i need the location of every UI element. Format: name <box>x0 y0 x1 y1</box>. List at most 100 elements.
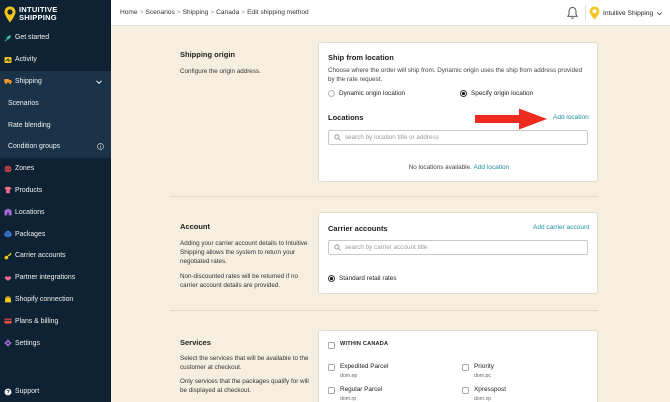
rocket-icon <box>4 35 11 42</box>
search-icon <box>334 244 341 251</box>
sidebar-support-label: Support <box>15 388 40 395</box>
shirt-icon <box>4 187 12 194</box>
sidebar-item-carrier-accounts[interactable]: Carrier accounts <box>0 245 111 267</box>
sidebar-item-label: Scenarios <box>8 99 39 107</box>
chevron-down-icon <box>657 11 663 15</box>
breadcrumb-current: Edit shipping method <box>247 9 309 16</box>
sidebar-item-partner-integrations[interactable]: Partner integrations <box>0 267 111 289</box>
add-carrier-account-link[interactable]: Add carrier account <box>533 224 589 231</box>
radio-standard-retail-rates[interactable]: Standard retail rates <box>328 275 397 282</box>
sidebar-item-shopify-connection[interactable]: Shopify connection <box>0 289 111 311</box>
bell-icon[interactable] <box>566 6 579 20</box>
account-avatar-icon <box>589 6 600 20</box>
service-xpresspost[interactable]: Xpresspost dom.xp <box>462 386 506 402</box>
group-within-canada[interactable]: WITHIN CANADA <box>328 341 388 349</box>
carrier-account-search-field[interactable] <box>345 244 575 251</box>
checkbox[interactable] <box>462 386 469 394</box>
sidebar-item-activity[interactable]: Activity <box>0 49 111 71</box>
service-text: Expedited Parcel dom.ep <box>340 363 388 379</box>
service-regular-parcel[interactable]: Regular Parcel dom.rp <box>328 386 382 402</box>
location-search-field[interactable] <box>345 134 575 141</box>
checkbox[interactable] <box>328 363 335 371</box>
help-icon <box>4 388 12 395</box>
account-menu[interactable]: Intuitive Shipping <box>589 5 663 21</box>
service-label: Expedited Parcel <box>340 363 389 370</box>
sidebar-item-support[interactable]: Support <box>0 381 111 402</box>
breadcrumb-separator: > <box>241 9 246 16</box>
globe-icon <box>4 165 12 173</box>
empty-text: No locations available. <box>408 164 472 171</box>
radio-label: Standard retail rates <box>339 275 397 282</box>
sidebar-item-products[interactable]: Products <box>0 180 111 202</box>
service-code: dom.ep <box>340 373 358 379</box>
locations-empty-state: No locations available. Add location <box>319 164 599 171</box>
breadcrumb-separator: > <box>139 9 144 16</box>
key-icon <box>4 252 12 260</box>
topbar: Home > Scenarios > Shipping > Canada > Edit ship… <box>111 0 670 26</box>
radio-dynamic-origin[interactable]: Dynamic origin location <box>328 90 405 97</box>
topbar-divider <box>585 5 586 21</box>
sidebar-item-plans-billing[interactable]: Plans & billing <box>0 310 111 332</box>
account-name: Intuitive Shipping <box>603 9 654 17</box>
breadcrumb-shipping[interactable]: Shipping <box>183 9 209 16</box>
sidebar-item-label: Get started <box>15 34 50 42</box>
sidebar-item-shipping[interactable]: Shipping <box>0 70 111 93</box>
sidebar-item-label: Locations <box>15 208 45 216</box>
checkbox[interactable] <box>328 341 335 349</box>
chevron-down-icon <box>96 80 102 84</box>
brand-logo[interactable]: INTUITIVE SHIPPING <box>4 3 58 25</box>
building-icon <box>4 208 12 216</box>
sidebar-item-label: Activity <box>15 56 37 64</box>
sidebar-item-label: Settings <box>15 339 40 347</box>
carrier-account-search-input[interactable] <box>328 240 588 255</box>
activity-icon <box>4 56 12 63</box>
breadcrumb-scenarios[interactable]: Scenarios <box>145 9 174 16</box>
section-divider <box>170 310 598 311</box>
breadcrumb-home[interactable]: Home <box>120 9 138 16</box>
section-title-services: Services <box>180 338 211 347</box>
checkbox[interactable] <box>462 363 469 371</box>
sidebar-item-label: Rate blending <box>8 121 51 129</box>
sidebar-item-condition-groups[interactable]: Condition groups <box>0 135 111 158</box>
service-priority[interactable]: Priority dom.pc <box>462 363 494 379</box>
sidebar-item-zones[interactable]: Zones <box>0 158 111 180</box>
sidebar-item-rate-blending[interactable]: Rate blending <box>0 114 111 136</box>
service-code: dom.xp <box>474 396 492 402</box>
brand-line-2: SHIPPING <box>19 13 57 22</box>
add-location-link[interactable]: Add location <box>553 114 589 121</box>
box-icon <box>4 230 12 238</box>
shopify-icon <box>4 296 12 303</box>
sidebar-item-label: Packages <box>15 230 46 238</box>
checkbox[interactable] <box>328 386 335 394</box>
card-description: Choose where the order will ship from. D… <box>328 67 583 83</box>
location-search-input[interactable] <box>328 130 588 145</box>
breadcrumb-separator: > <box>176 9 181 16</box>
service-expedited-parcel[interactable]: Expedited Parcel dom.ep <box>328 363 388 379</box>
search-icon <box>334 134 341 141</box>
services-card: WITHIN CANADA Expedited Parcel dom.ep Pr… <box>318 330 598 402</box>
empty-add-location-link[interactable]: Add location <box>473 164 509 171</box>
sidebar-item-label: Shipping <box>15 77 42 85</box>
section-desc-account-2: Non-discounted rates will be returned if… <box>180 273 298 289</box>
section-divider <box>170 196 598 197</box>
service-code: dom.rp <box>340 396 357 402</box>
section-title-account: Account <box>180 222 210 231</box>
sidebar-item-scenarios[interactable]: Scenarios <box>0 92 111 115</box>
sidebar-nav: Get started Activity Shipping Scenarios … <box>0 27 111 354</box>
radio-button[interactable] <box>328 90 335 97</box>
sidebar-item-get-started[interactable]: Get started <box>0 27 111 49</box>
locations-label: Locations <box>328 113 364 122</box>
sidebar: INTUITIVE SHIPPING Get started Activity … <box>0 0 111 402</box>
radio-specify-origin[interactable]: Specify origin location <box>460 90 533 97</box>
radio-button-selected[interactable] <box>328 275 335 282</box>
section-desc-services-2: Only services that the packages qualify … <box>180 378 309 394</box>
card-title: Ship from location <box>328 53 394 62</box>
breadcrumb-canada[interactable]: Canada <box>216 9 239 16</box>
brand-name: INTUITIVE SHIPPING <box>19 5 58 22</box>
radio-button-selected[interactable] <box>460 90 467 97</box>
radio-label: Dynamic origin location <box>339 90 406 97</box>
sidebar-item-packages[interactable]: Packages <box>0 223 111 245</box>
sidebar-item-locations[interactable]: Locations <box>0 201 111 223</box>
sidebar-item-label: Shopify connection <box>15 295 74 303</box>
sidebar-item-settings[interactable]: Settings <box>0 332 111 354</box>
